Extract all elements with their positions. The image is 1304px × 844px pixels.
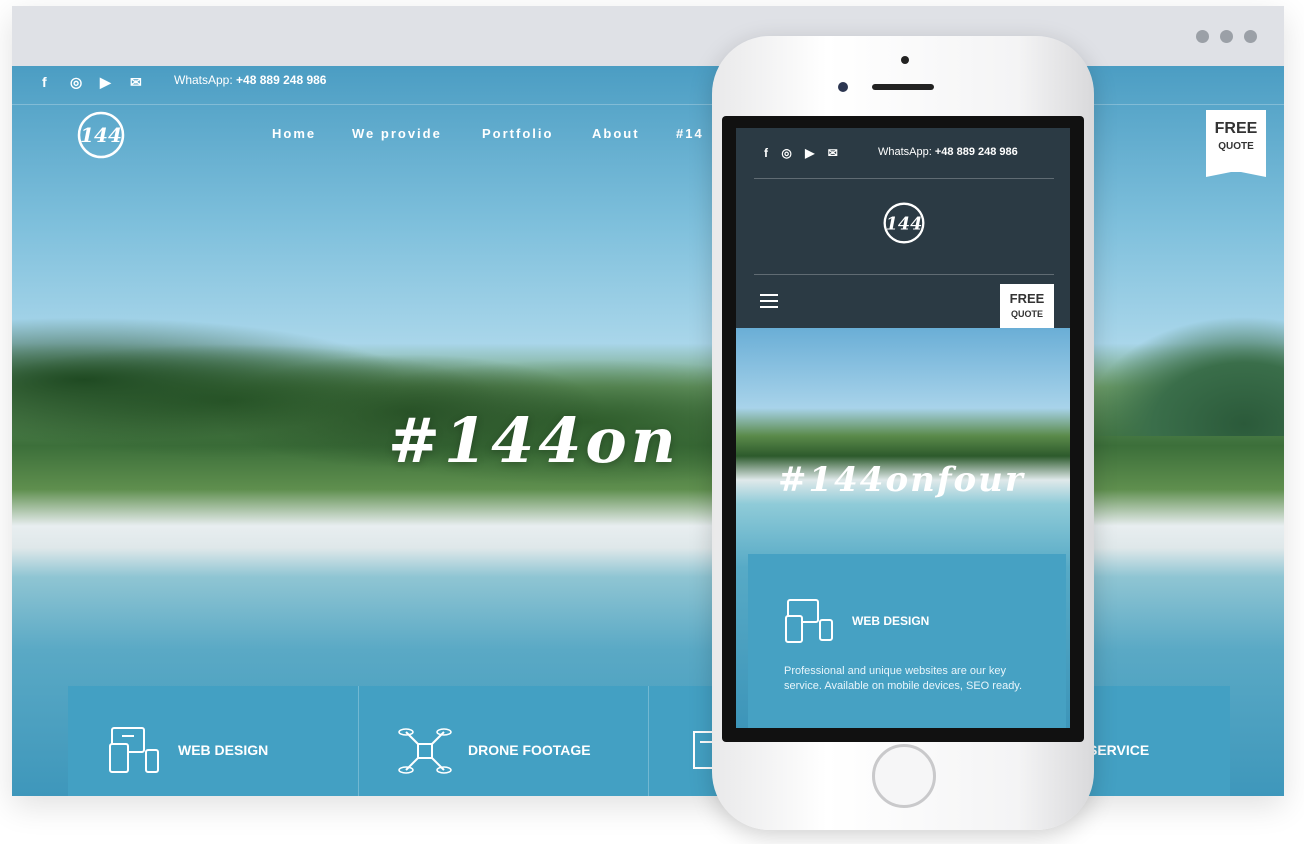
mobile-logo[interactable]: 144 <box>881 200 927 246</box>
facebook-icon[interactable]: f <box>764 146 768 160</box>
whatsapp-contact[interactable]: WhatsApp: +48 889 248 986 <box>174 73 326 87</box>
mobile-free-quote-button[interactable]: FREE QUOTE <box>1000 284 1054 332</box>
free-quote-line2: QUOTE <box>1010 309 1043 319</box>
window-dot[interactable] <box>1220 30 1233 43</box>
whatsapp-label: WhatsApp: <box>174 73 233 87</box>
phone-sensor <box>901 56 909 64</box>
whatsapp-number: +48 889 248 986 <box>934 146 1018 158</box>
mobile-hero: #144onfour WEB DESIGN Professional and u… <box>736 328 1070 728</box>
devices-icon <box>785 599 833 643</box>
free-quote-ribbon-tail <box>1206 171 1266 177</box>
hill-background <box>1084 316 1284 436</box>
divider <box>754 274 1054 275</box>
window-dot[interactable] <box>1244 30 1257 43</box>
free-quote-line2: QUOTE <box>1218 141 1254 152</box>
service-label: SERVICE <box>1088 742 1150 758</box>
hero-hashtag: #144on <box>388 404 680 477</box>
free-quote-button[interactable]: FREE QUOTE <box>1206 110 1266 172</box>
mobile-whatsapp-contact[interactable]: WhatsApp: +48 889 248 986 <box>878 146 1018 158</box>
phone-mockup: f ◎ ▶ ✉ WhatsApp: +48 889 248 986 144 FR… <box>712 36 1094 830</box>
service-drone-footage[interactable]: DRONE FOOTAGE <box>358 686 649 796</box>
website-mobile: f ◎ ▶ ✉ WhatsApp: +48 889 248 986 144 FR… <box>736 128 1070 728</box>
mobile-header: f ◎ ▶ ✉ WhatsApp: +48 889 248 986 144 FR… <box>736 128 1070 332</box>
service-web-design[interactable]: WEB DESIGN <box>68 686 359 796</box>
instagram-icon[interactable]: ◎ <box>70 74 82 91</box>
nav-home[interactable]: Home <box>272 126 316 141</box>
mobile-hero-hashtag: #144onfour <box>778 460 1025 500</box>
browser-titlebar <box>12 6 1284 66</box>
mail-icon[interactable]: ✉ <box>828 146 838 160</box>
phone-home-button[interactable] <box>872 744 936 808</box>
phone-speaker <box>872 84 934 90</box>
phone-camera-icon <box>838 82 848 92</box>
mobile-social-icons: f ◎ ▶ ✉ <box>764 146 838 160</box>
nav-portfolio[interactable]: Portfolio <box>482 126 553 141</box>
youtube-icon[interactable]: ▶ <box>805 146 814 160</box>
window-dot[interactable] <box>1196 30 1209 43</box>
whatsapp-label: WhatsApp: <box>878 146 932 158</box>
svg-text:144: 144 <box>886 214 922 234</box>
mail-icon[interactable]: ✉ <box>130 74 142 91</box>
mobile-card-title: WEB DESIGN <box>852 614 930 628</box>
service-label: WEB DESIGN <box>178 742 269 758</box>
whatsapp-number: +48 889 248 986 <box>236 73 327 87</box>
site-logo[interactable]: 144 <box>76 110 126 160</box>
svg-text:144: 144 <box>80 123 122 147</box>
drone-icon <box>398 728 452 774</box>
devices-icon <box>109 727 159 773</box>
nav-hashtag[interactable]: #14 <box>676 126 704 141</box>
free-quote-line1: FREE <box>1009 291 1045 306</box>
free-quote-line1: FREE <box>1214 120 1258 137</box>
phone-screen: f ◎ ▶ ✉ WhatsApp: +48 889 248 986 144 FR… <box>722 116 1084 742</box>
nav-about[interactable]: About <box>592 126 640 141</box>
mobile-card-description: Professional and unique websites are our… <box>784 665 1023 692</box>
hamburger-menu-icon[interactable] <box>760 294 778 308</box>
youtube-icon[interactable]: ▶ <box>100 74 111 91</box>
service-label: DRONE FOOTAGE <box>468 742 591 758</box>
mobile-service-card[interactable]: WEB DESIGN Professional and unique websi… <box>748 554 1066 728</box>
nav-we-provide[interactable]: We provide <box>352 126 442 141</box>
facebook-icon[interactable]: f <box>42 74 47 90</box>
instagram-icon[interactable]: ◎ <box>781 146 791 160</box>
divider <box>754 178 1054 179</box>
